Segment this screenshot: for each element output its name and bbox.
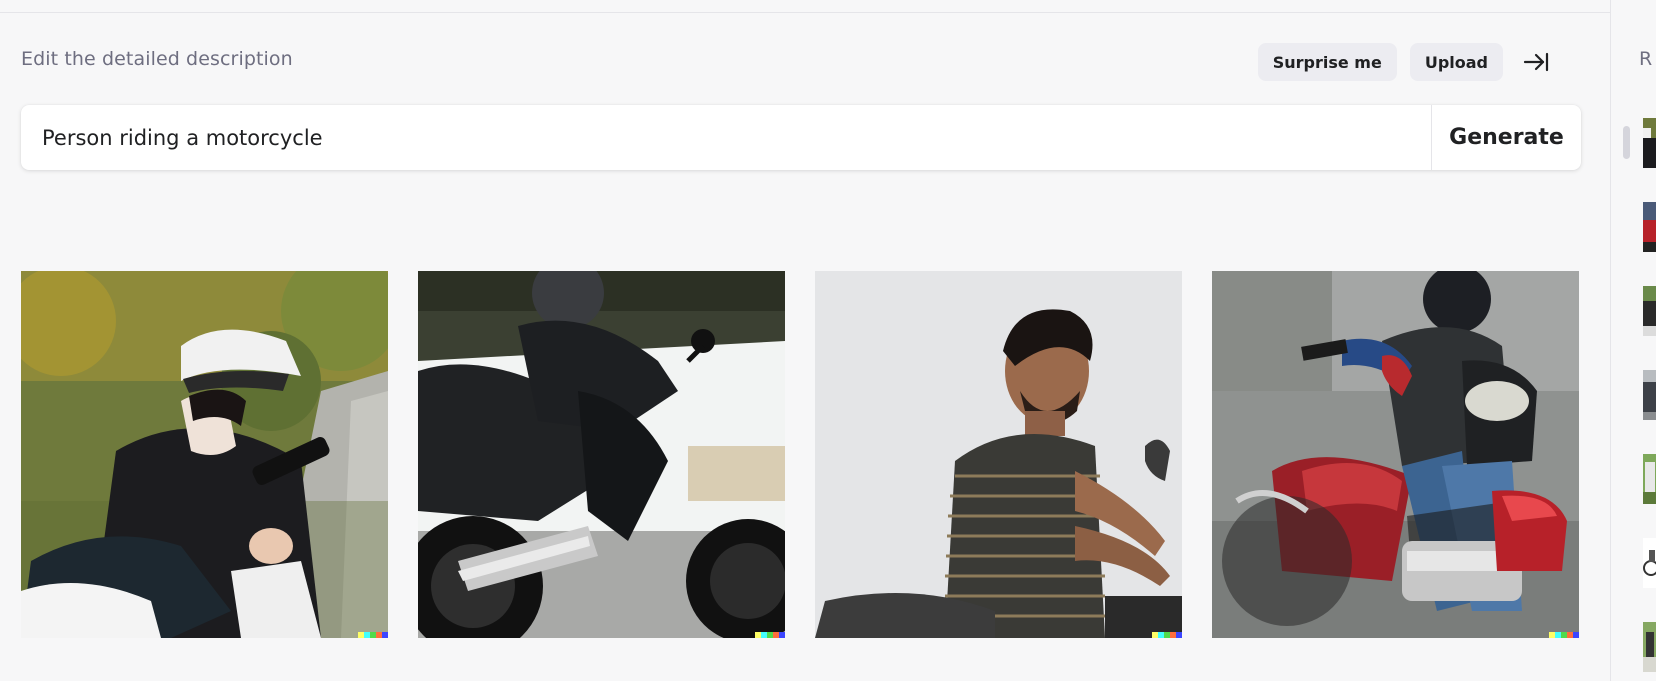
history-thumbnail-6[interactable]: [1643, 538, 1656, 588]
watermark-1: [358, 632, 388, 638]
generated-image-4[interactable]: [1212, 271, 1579, 638]
history-thumbnail-7[interactable]: [1643, 622, 1656, 672]
upload-button[interactable]: Upload: [1409, 43, 1503, 81]
history-thumbnail-2[interactable]: [1643, 202, 1656, 252]
history-thumbnail-3-art: [1643, 286, 1656, 336]
history-sidebar: R: [1610, 0, 1656, 681]
history-thumbnail-4-art: [1643, 370, 1656, 420]
history-thumbnail-5[interactable]: [1643, 454, 1656, 504]
image-gallery: [21, 271, 1579, 638]
generate-button[interactable]: Generate: [1431, 105, 1581, 170]
generated-image-1-art: [21, 271, 388, 638]
generated-image-2-art: [418, 271, 785, 638]
history-thumbnail-5-art: [1643, 454, 1656, 504]
history-thumbnail-4[interactable]: [1643, 370, 1656, 420]
surprise-me-button[interactable]: Surprise me: [1257, 43, 1397, 81]
history-thumbnail-7-art: [1643, 622, 1656, 672]
history-scrollbar[interactable]: [1623, 126, 1630, 159]
main-panel: Edit the detailed description Surprise m…: [0, 0, 1610, 681]
generated-image-2[interactable]: [418, 271, 785, 638]
history-thumbnail-3[interactable]: [1643, 286, 1656, 336]
generated-image-1[interactable]: [21, 271, 388, 638]
generated-image-3[interactable]: [815, 271, 1182, 638]
watermark-3: [1152, 632, 1182, 638]
generated-image-3-art: [815, 271, 1182, 638]
history-sidebar-label: R: [1639, 48, 1653, 70]
watermark-2: [755, 632, 785, 638]
arrow-right-to-bar-icon: [1523, 52, 1549, 72]
watermark-4: [1549, 632, 1579, 638]
prompt-bar: Generate: [21, 105, 1581, 170]
history-thumbnail-1-art: [1643, 118, 1656, 168]
header-actions: Surprise me Upload: [1257, 43, 1554, 81]
generated-image-4-art: [1212, 271, 1579, 638]
history-thumbnail-1[interactable]: [1643, 118, 1656, 168]
history-thumbnail-2-art: [1643, 202, 1656, 252]
history-thumbnail-6-art: [1643, 538, 1656, 588]
edit-description-label: Edit the detailed description: [21, 48, 293, 70]
collapse-sidebar-button[interactable]: [1518, 44, 1554, 80]
prompt-input[interactable]: [21, 105, 1431, 170]
